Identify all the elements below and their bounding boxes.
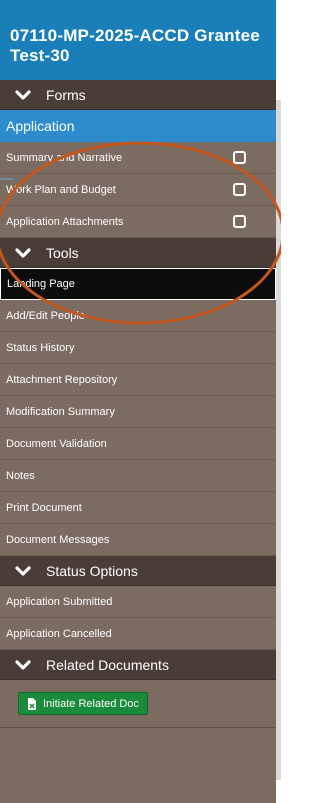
tool-item-label: Document Messages (6, 533, 110, 546)
form-application[interactable]: Application (0, 110, 276, 142)
checkbox-icon[interactable] (233, 151, 246, 164)
initiate-related-doc-button[interactable]: Initiate Related Doc (18, 692, 148, 715)
form-item-label: Summary and Narrative (6, 151, 123, 164)
tool-item-label: Document Validation (6, 437, 107, 450)
section-related-documents[interactable]: Related Documents (0, 650, 276, 680)
form-item-label: Application Attachments (6, 215, 124, 228)
tool-item-label: Status History (6, 341, 75, 354)
tool-add-edit-people[interactable]: Add/Edit People (0, 300, 276, 332)
section-status-options[interactable]: Status Options (0, 556, 276, 586)
document-title-text: 07110-MP-2025-ACCD Grantee Test-30 (10, 26, 260, 65)
tool-item-label: Add/Edit People (6, 309, 85, 322)
tool-item-label: Attachment Repository (6, 373, 118, 386)
chevron-down-icon (15, 659, 31, 670)
divider (0, 727, 276, 728)
scrollbar-track[interactable] (276, 80, 281, 803)
chevron-down-icon (15, 565, 31, 576)
tool-document-messages[interactable]: Document Messages (0, 524, 276, 556)
document-icon (28, 697, 36, 710)
related-documents-body: Initiate Related Doc (0, 680, 276, 715)
tool-print-document[interactable]: Print Document (0, 492, 276, 524)
chevron-down-icon (15, 89, 31, 100)
scrollbar-thumb[interactable] (276, 100, 281, 780)
tool-modification-summary[interactable]: Modification Summary (0, 396, 276, 428)
form-work-plan-and-budget[interactable]: Work Plan and Budget (0, 174, 276, 206)
section-forms[interactable]: Forms (0, 80, 276, 110)
checkbox-icon[interactable] (233, 183, 246, 196)
status-item-label: Application Cancelled (6, 627, 112, 640)
sidebar-panel: 07110-MP-2025-ACCD Grantee Test-30 Forms… (0, 0, 276, 803)
tool-attachment-repository[interactable]: Attachment Repository (0, 364, 276, 396)
chevron-down-icon (15, 247, 31, 258)
status-application-cancelled[interactable]: Application Cancelled (0, 618, 276, 650)
form-application-attachments[interactable]: Application Attachments (0, 206, 276, 238)
form-item-label: Work Plan and Budget (6, 183, 116, 196)
checkbox-icon[interactable] (233, 215, 246, 228)
tool-item-label: Notes (6, 469, 35, 482)
tool-item-label: Modification Summary (6, 405, 115, 418)
tool-item-label: Print Document (6, 501, 82, 514)
tool-status-history[interactable]: Status History (0, 332, 276, 364)
section-related-documents-label: Related Documents (46, 656, 169, 673)
tool-document-validation[interactable]: Document Validation (0, 428, 276, 460)
status-item-label: Application Submitted (6, 595, 113, 608)
tool-notes[interactable]: Notes (0, 460, 276, 492)
section-status-options-label: Status Options (46, 562, 138, 579)
section-tools-label: Tools (46, 244, 79, 261)
status-application-submitted[interactable]: Application Submitted (0, 586, 276, 618)
section-forms-label: Forms (46, 86, 86, 103)
document-title: 07110-MP-2025-ACCD Grantee Test-30 (0, 0, 276, 80)
tool-landing-page[interactable]: Landing Page (0, 268, 276, 300)
initiate-related-doc-label: Initiate Related Doc (43, 697, 139, 710)
section-tools[interactable]: Tools (0, 238, 276, 268)
form-summary-and-narrative[interactable]: Summary and Narrative (0, 142, 276, 174)
form-application-label: Application (6, 118, 75, 134)
tool-item-label: Landing Page (7, 278, 75, 290)
